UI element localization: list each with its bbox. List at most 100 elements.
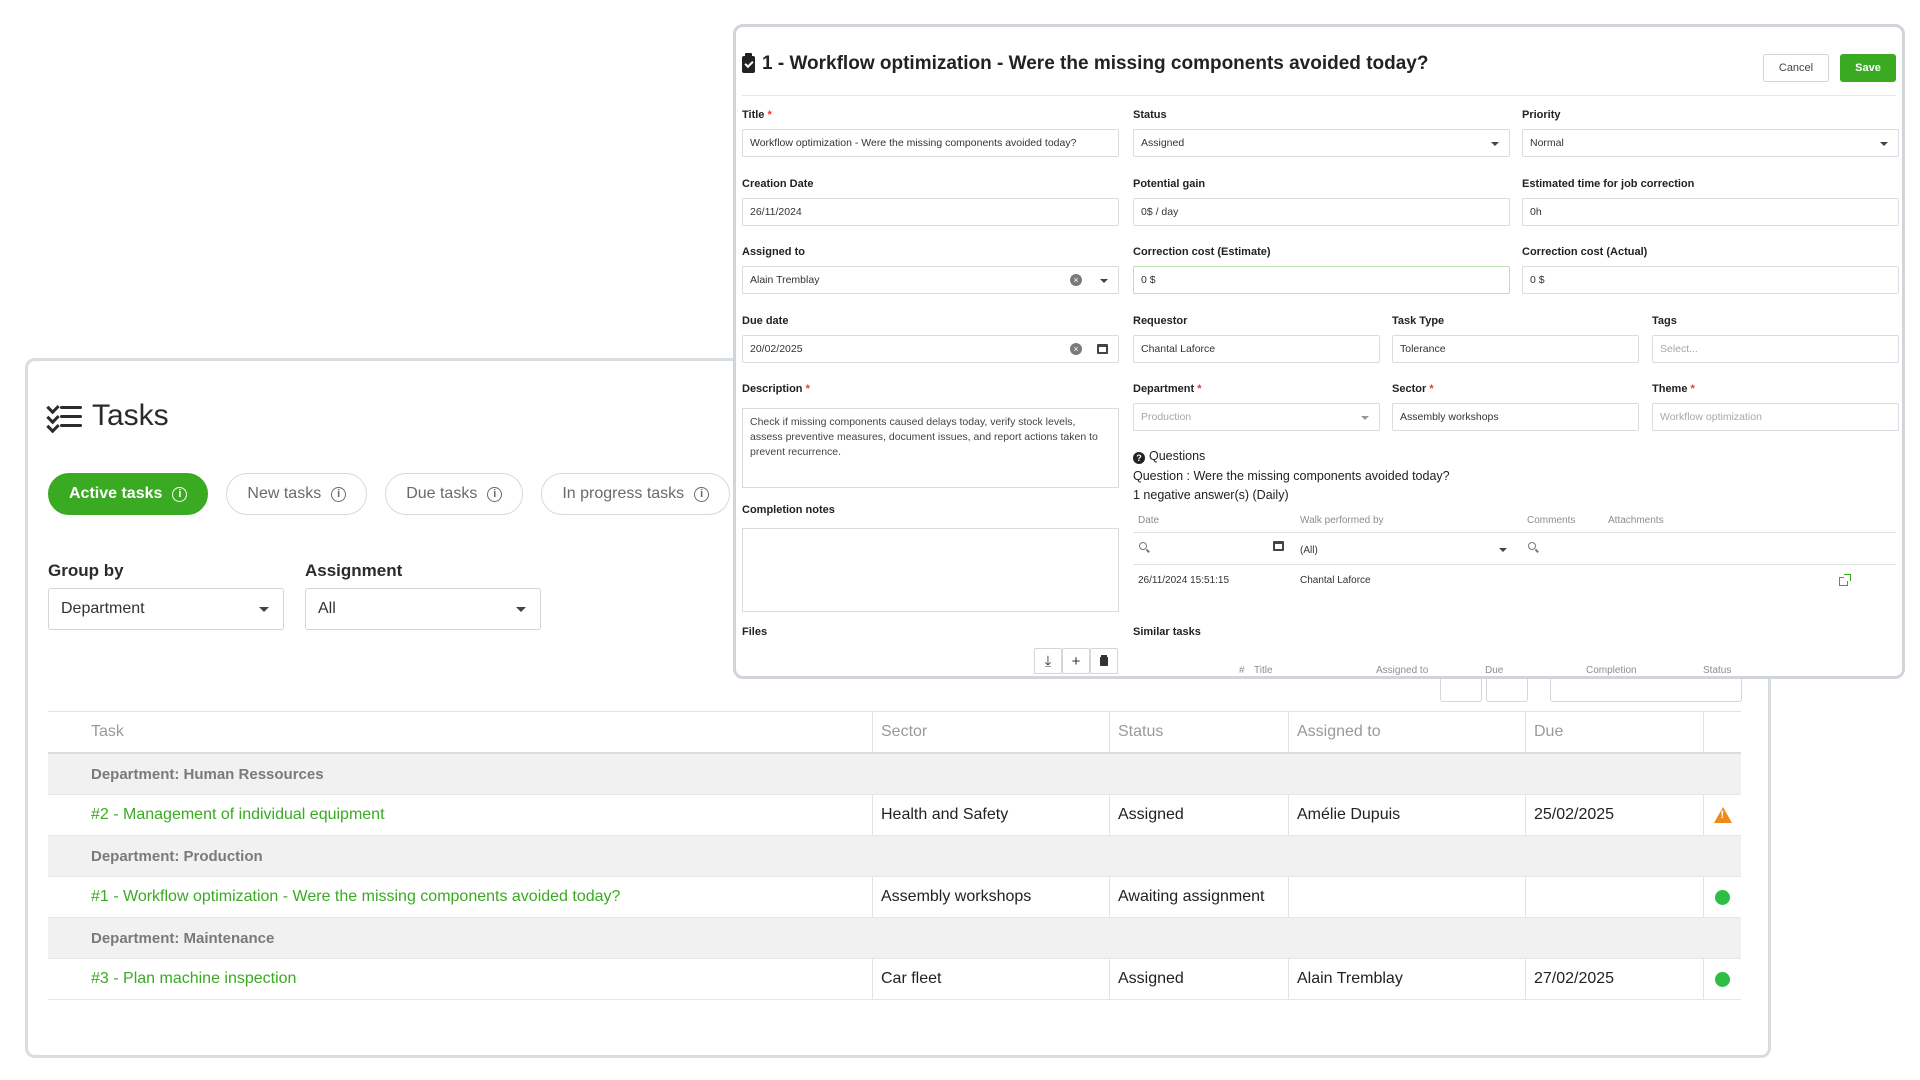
sector-cell: Car fleet xyxy=(873,959,1110,999)
requestor-field[interactable]: Chantal Laforce xyxy=(1133,335,1380,363)
creation-date-label: Creation Date xyxy=(742,178,814,190)
search-icon xyxy=(1528,542,1536,550)
column-header-task[interactable]: Task xyxy=(48,712,873,752)
column-header-due[interactable]: Due xyxy=(1526,712,1704,752)
calendar-icon[interactable] xyxy=(1273,541,1284,551)
column-header-attachments[interactable]: Attachments xyxy=(1608,515,1664,526)
title-label: Title * xyxy=(742,109,772,121)
assigned-to-label: Assigned to xyxy=(742,246,805,258)
walk-filter-select[interactable]: (All) xyxy=(1300,545,1318,556)
status-select[interactable]: Assigned xyxy=(1133,129,1510,157)
description-label-text: Description xyxy=(742,383,803,395)
pill-due-tasks[interactable]: Due tasks i xyxy=(385,473,524,515)
estimated-time-field[interactable]: 0h xyxy=(1522,198,1899,226)
cancel-button[interactable]: Cancel xyxy=(1763,54,1829,82)
group-row[interactable]: Department: Production xyxy=(48,836,1741,877)
download-button[interactable]: ⤓ xyxy=(1034,648,1062,674)
external-link-icon[interactable] xyxy=(1839,574,1851,586)
sector-label-text: Sector xyxy=(1392,383,1427,395)
similar-tasks-label: Similar tasks xyxy=(1133,626,1201,638)
question-text: Question : Were the missing components a… xyxy=(1133,469,1450,483)
task-filter-pills: Active tasks i New tasks i Due tasks i I… xyxy=(48,473,731,515)
clear-icon[interactable]: × xyxy=(1070,274,1082,286)
group-row[interactable]: Department: Human Ressources xyxy=(48,754,1741,795)
warning-icon xyxy=(1713,807,1732,823)
similar-col-assigned-to[interactable]: Assigned to xyxy=(1376,665,1428,676)
status-label: Status xyxy=(1133,109,1167,121)
theme-label-text: Theme xyxy=(1652,383,1688,395)
similar-col-status[interactable]: Status xyxy=(1703,665,1731,676)
chevron-down-icon xyxy=(1880,142,1888,146)
assignment-label: Assignment xyxy=(305,561,403,580)
creation-date-field[interactable]: 26/11/2024 xyxy=(742,198,1119,226)
task-cell[interactable]: #1 - Workflow optimization - Were the mi… xyxy=(48,877,873,917)
calendar-icon[interactable] xyxy=(1097,344,1108,354)
tags-select[interactable]: Select... xyxy=(1652,335,1899,363)
title-field[interactable]: Workflow optimization - Were the missing… xyxy=(742,129,1119,157)
description-label: Description * xyxy=(742,383,810,395)
completion-notes-textarea[interactable] xyxy=(742,528,1119,612)
status-cell: Assigned xyxy=(1110,959,1289,999)
status-cell: Awaiting assignment xyxy=(1110,877,1289,917)
task-type-label: Task Type xyxy=(1392,315,1445,327)
answer-walk-by: Chantal Laforce xyxy=(1300,575,1371,586)
files-label: Files xyxy=(742,626,768,638)
column-header-status[interactable]: Status xyxy=(1110,712,1289,752)
task-cell[interactable]: #3 - Plan machine inspection xyxy=(48,959,873,999)
cost-actual-field[interactable]: 0 $ xyxy=(1522,266,1899,294)
chevron-down-icon[interactable] xyxy=(1499,548,1507,552)
save-button[interactable]: Save xyxy=(1840,54,1896,82)
task-list-icon xyxy=(46,400,82,434)
task-link[interactable]: #3 - Plan machine inspection xyxy=(91,970,296,988)
info-icon[interactable]: i xyxy=(172,486,188,502)
group-row[interactable]: Department: Maintenance xyxy=(48,918,1741,959)
column-header-assigned-to[interactable]: Assigned to xyxy=(1289,712,1526,752)
page-title: Tasks xyxy=(92,399,169,432)
pill-active-tasks[interactable]: Active tasks i xyxy=(48,473,209,515)
table-row[interactable]: #1 - Workflow optimization - Were the mi… xyxy=(48,877,1741,918)
similar-col-number[interactable]: # xyxy=(1239,665,1245,676)
due-date-field[interactable]: 20/02/2025 × xyxy=(742,335,1119,363)
table-row[interactable]: #3 - Plan machine inspection Car fleet A… xyxy=(48,959,1741,1000)
walk-filter-value: (All) xyxy=(1300,545,1318,556)
task-cell[interactable]: #2 - Management of individual equipment xyxy=(48,795,873,835)
potential-gain-field[interactable]: 0$ / day xyxy=(1133,198,1510,226)
table-row[interactable]: #2 - Management of individual equipment … xyxy=(48,795,1741,836)
task-link[interactable]: #2 - Management of individual equipment xyxy=(91,806,385,824)
cost-estimate-field[interactable]: 0 $ xyxy=(1133,266,1510,294)
task-link[interactable]: #1 - Workflow optimization - Were the mi… xyxy=(91,888,620,906)
pill-in-progress-tasks[interactable]: In progress tasks i xyxy=(541,473,731,515)
department-select[interactable]: Production xyxy=(1133,403,1380,431)
assignment-select[interactable]: All xyxy=(305,588,541,630)
similar-col-due[interactable]: Due xyxy=(1485,665,1503,676)
info-icon[interactable]: i xyxy=(331,486,347,502)
column-header-walk-by[interactable]: Walk performed by xyxy=(1300,515,1384,526)
grid-divider xyxy=(1133,532,1896,533)
due-date-label: Due date xyxy=(742,315,789,327)
similar-col-completion[interactable]: Completion xyxy=(1586,665,1637,676)
chevron-down-icon xyxy=(259,607,269,612)
priority-select[interactable]: Normal xyxy=(1522,129,1899,157)
status-cell: Assigned xyxy=(1110,795,1289,835)
similar-col-title[interactable]: Title xyxy=(1254,665,1273,676)
clear-icon[interactable]: × xyxy=(1070,343,1082,355)
column-header-comments[interactable]: Comments xyxy=(1527,515,1575,526)
description-textarea[interactable]: Check if missing components caused delay… xyxy=(742,408,1119,488)
info-icon[interactable]: i xyxy=(487,486,503,502)
group-by-select[interactable]: Department xyxy=(48,588,284,630)
add-file-button[interactable]: + xyxy=(1062,648,1090,674)
sector-field[interactable]: Assembly workshops xyxy=(1392,403,1639,431)
theme-field[interactable]: Workflow optimization xyxy=(1652,403,1899,431)
answer-date: 26/11/2024 15:51:15 xyxy=(1138,575,1230,586)
chevron-down-icon[interactable] xyxy=(1100,279,1108,283)
estimated-time-value: 0h xyxy=(1530,206,1542,218)
task-type-field[interactable]: Tolerance xyxy=(1392,335,1639,363)
group-label: Department: Production xyxy=(91,847,263,865)
pill-new-tasks[interactable]: New tasks i xyxy=(226,473,368,515)
info-icon[interactable]: i xyxy=(694,486,710,502)
column-header-sector[interactable]: Sector xyxy=(873,712,1110,752)
delete-file-button[interactable] xyxy=(1090,648,1118,674)
column-header-date[interactable]: Date xyxy=(1138,515,1159,526)
title-value: Workflow optimization - Were the missing… xyxy=(750,137,1077,149)
assigned-to-select[interactable]: Alain Tremblay × xyxy=(742,266,1119,294)
